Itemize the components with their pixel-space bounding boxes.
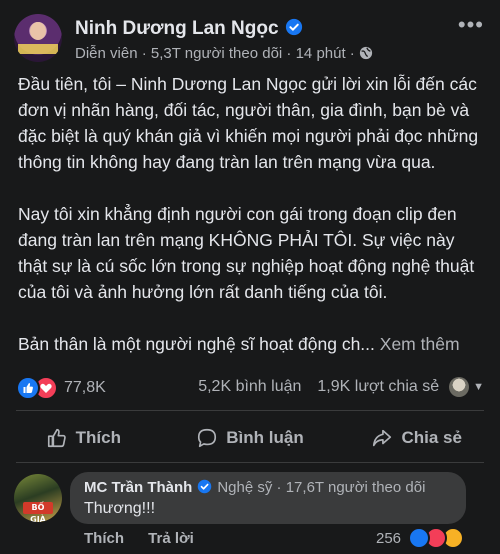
commenter-category: Nghệ sỹ bbox=[217, 479, 273, 496]
share-icon bbox=[373, 429, 392, 447]
comment-text: Thương!!! bbox=[84, 500, 156, 517]
post-time[interactable]: 14 phút bbox=[296, 45, 346, 62]
comment-count-link[interactable]: 5,2K bình luận bbox=[198, 378, 301, 396]
commenter-avatar[interactable]: BỐ GIÀ bbox=[14, 474, 62, 522]
comment-reactions[interactable] bbox=[408, 527, 464, 549]
comment-reply-button[interactable]: Trả lời bbox=[148, 530, 194, 547]
reaction-count: 77,8K bbox=[64, 379, 106, 396]
thumbs-up-icon bbox=[47, 428, 66, 448]
post-body: Đầu tiên, tôi – Ninh Dương Lan Ngọc gửi … bbox=[18, 71, 488, 383]
author-avatar[interactable] bbox=[14, 14, 62, 62]
engagement-stats: 5,2K bình luận 1,9K lượt chia sẻ ▼ bbox=[198, 377, 484, 397]
author-name[interactable]: Ninh Dương Lan Ngọc bbox=[75, 18, 279, 39]
like-reaction-icon bbox=[408, 527, 430, 549]
post-action-bar: Thích Bình luận Chia sẻ bbox=[0, 420, 500, 456]
comment-actions: Thích Trả lời bbox=[84, 530, 214, 547]
comment-like-button[interactable]: Thích bbox=[84, 530, 124, 547]
reaction-summary[interactable]: 77,8K bbox=[16, 376, 106, 400]
viewer-avatar[interactable] bbox=[449, 377, 470, 397]
comment-header: MC Trần Thành Nghệ sỹ · 17,6T người theo … bbox=[84, 479, 426, 496]
like-button[interactable]: Thích bbox=[0, 420, 167, 456]
share-count-link[interactable]: 1,9K lượt chia sẻ bbox=[317, 378, 439, 396]
commenter-followers: 17,6T người theo dõi bbox=[285, 479, 426, 496]
comment-icon bbox=[198, 428, 217, 448]
comment-reaction-count: 256 bbox=[376, 530, 402, 547]
more-horizontal-icon: ••• bbox=[457, 12, 484, 37]
comment-button[interactable]: Bình luận bbox=[167, 420, 334, 456]
globe-icon bbox=[359, 46, 373, 60]
verified-badge-icon bbox=[285, 18, 302, 36]
like-label: Thích bbox=[75, 428, 121, 447]
post-paragraph-3-text: Bản thân là một người nghệ sĩ hoạt động … bbox=[18, 334, 375, 354]
author-followers: 5,3T người theo dõi bbox=[150, 45, 283, 62]
chevron-down-icon[interactable]: ▼ bbox=[473, 381, 484, 393]
share-button[interactable]: Chia sẻ bbox=[333, 420, 500, 456]
divider bbox=[16, 410, 484, 411]
share-label: Chia sẻ bbox=[401, 428, 462, 447]
post-author-header[interactable]: Ninh Dương Lan Ngọc bbox=[75, 18, 303, 40]
see-more-link[interactable]: Xem thêm bbox=[380, 334, 460, 354]
post-meta: Diễn viên · 5,3T người theo dõi · 14 phú… bbox=[75, 45, 373, 62]
author-category: Diễn viên bbox=[75, 45, 138, 62]
more-options-button[interactable]: ••• bbox=[458, 12, 484, 38]
divider bbox=[16, 462, 484, 463]
post-paragraph-2: Nay tôi xin khẳng định người con gái tro… bbox=[18, 204, 475, 302]
post-paragraph-3: Bản thân là một người nghệ sĩ hoạt động … bbox=[18, 331, 488, 357]
post-paragraph-1: Đầu tiên, tôi – Ninh Dương Lan Ngọc gửi … bbox=[18, 74, 479, 172]
verified-badge-icon bbox=[198, 479, 212, 494]
like-reaction-icon bbox=[16, 376, 40, 400]
commenter-name[interactable]: MC Trần Thành bbox=[84, 479, 192, 496]
comment-label: Bình luận bbox=[226, 428, 304, 447]
